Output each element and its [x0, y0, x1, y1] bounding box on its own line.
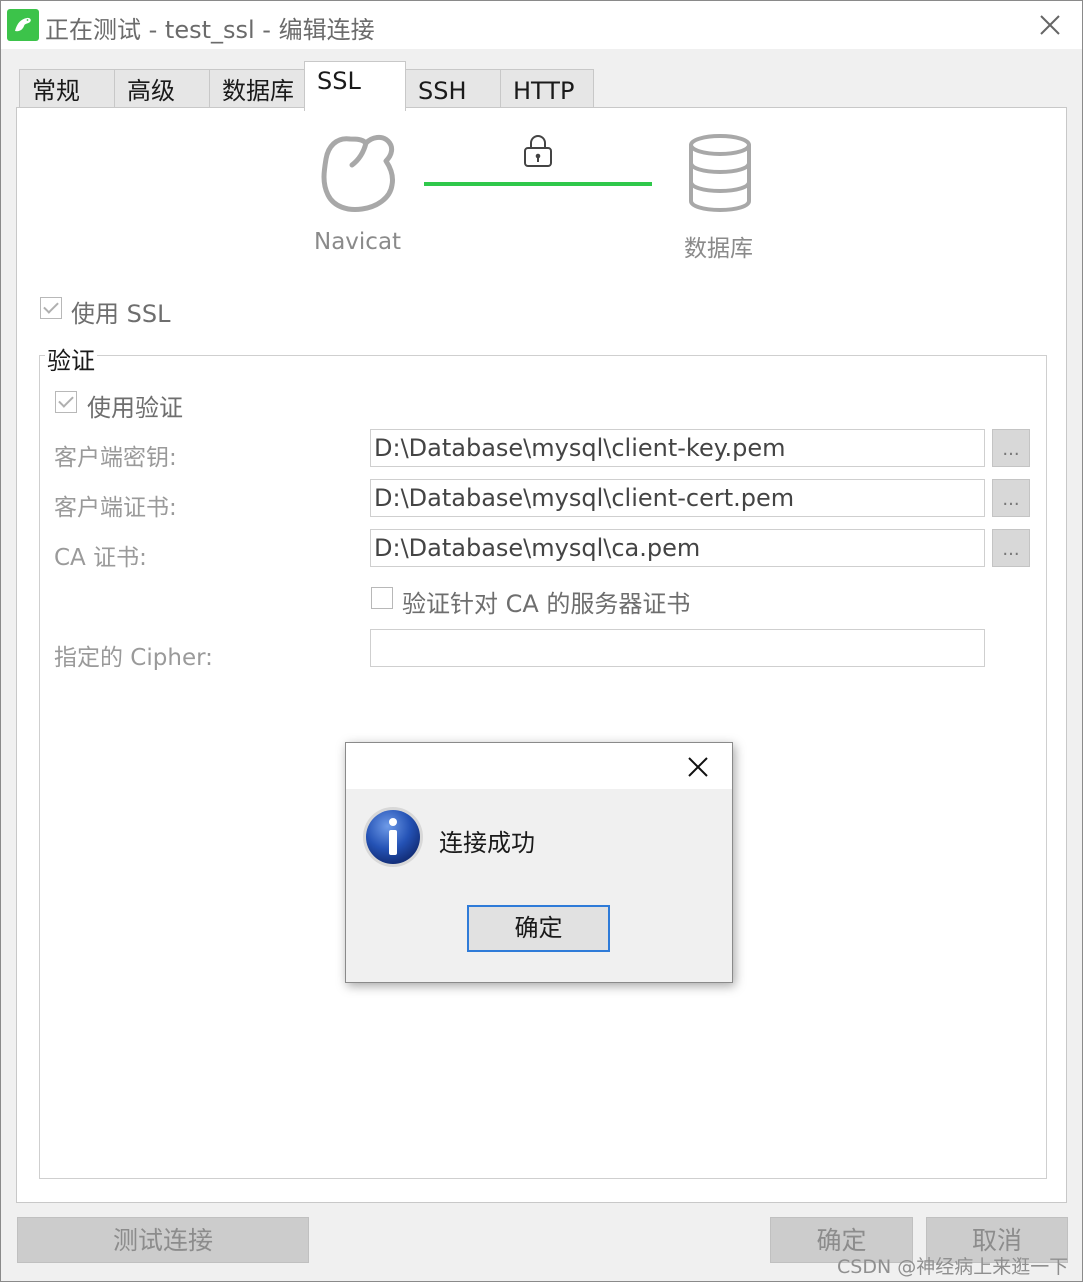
use-ssl-label: 使用 SSL: [71, 300, 171, 328]
use-auth-label: 使用验证: [87, 394, 183, 422]
tab-ssl[interactable]: SSL: [304, 61, 406, 111]
success-dialog: 连接成功 确定: [345, 742, 733, 983]
title-bar: 正在测试 - test_ssl - 编辑连接: [1, 1, 1082, 49]
dialog-message: 连接成功: [439, 829, 535, 857]
info-icon: [363, 807, 423, 867]
navicat-app-icon: [7, 9, 39, 41]
cipher-label: 指定的 Cipher:: [54, 645, 213, 671]
window-close-icon[interactable]: [1032, 7, 1068, 43]
client-key-label: 客户端密钥:: [54, 445, 177, 471]
connection-window: 正在测试 - test_ssl - 编辑连接 常规 高级 数据库 SSL SSH…: [0, 0, 1083, 1282]
test-connection-button[interactable]: 测试连接: [17, 1217, 309, 1263]
auth-group-title: 验证: [45, 341, 97, 376]
lock-icon: [524, 135, 552, 167]
tab-advanced[interactable]: 高级: [114, 69, 210, 109]
ca-cert-input[interactable]: D:\Database\mysql\ca.pem: [370, 529, 985, 567]
window-title: 正在测试 - test_ssl - 编辑连接: [45, 16, 375, 44]
client-key-browse-button[interactable]: ...: [992, 429, 1030, 467]
dialog-ok-button[interactable]: 确定: [467, 905, 610, 952]
database-label: 数据库: [684, 236, 753, 262]
tab-database[interactable]: 数据库: [209, 69, 305, 109]
client-cert-browse-button[interactable]: ...: [992, 479, 1030, 517]
verify-server-cert-label: 验证针对 CA 的服务器证书: [402, 590, 691, 618]
client-key-input[interactable]: D:\Database\mysql\client-key.pem: [370, 429, 985, 467]
tab-general[interactable]: 常规: [19, 69, 115, 109]
navicat-logo-icon: [321, 134, 395, 212]
cipher-input[interactable]: [370, 629, 985, 667]
watermark-text: CSDN @神经病上来逛一下: [837, 1256, 1069, 1278]
navicat-label: Navicat: [314, 229, 402, 255]
database-icon: [689, 134, 751, 213]
tab-ssh[interactable]: SSH: [405, 69, 501, 109]
dialog-title-bar: [346, 743, 732, 789]
tab-http[interactable]: HTTP: [500, 69, 594, 109]
use-ssl-checkbox[interactable]: [40, 297, 62, 319]
ca-cert-browse-button[interactable]: ...: [992, 529, 1030, 567]
dialog-close-icon[interactable]: [682, 751, 714, 783]
client-cert-label: 客户端证书:: [54, 495, 177, 521]
ca-cert-label: CA 证书:: [54, 545, 147, 571]
verify-server-cert-checkbox[interactable]: [371, 587, 393, 609]
client-cert-input[interactable]: D:\Database\mysql\client-cert.pem: [370, 479, 985, 517]
connection-link-line: [424, 182, 652, 186]
use-auth-checkbox[interactable]: [55, 391, 77, 413]
